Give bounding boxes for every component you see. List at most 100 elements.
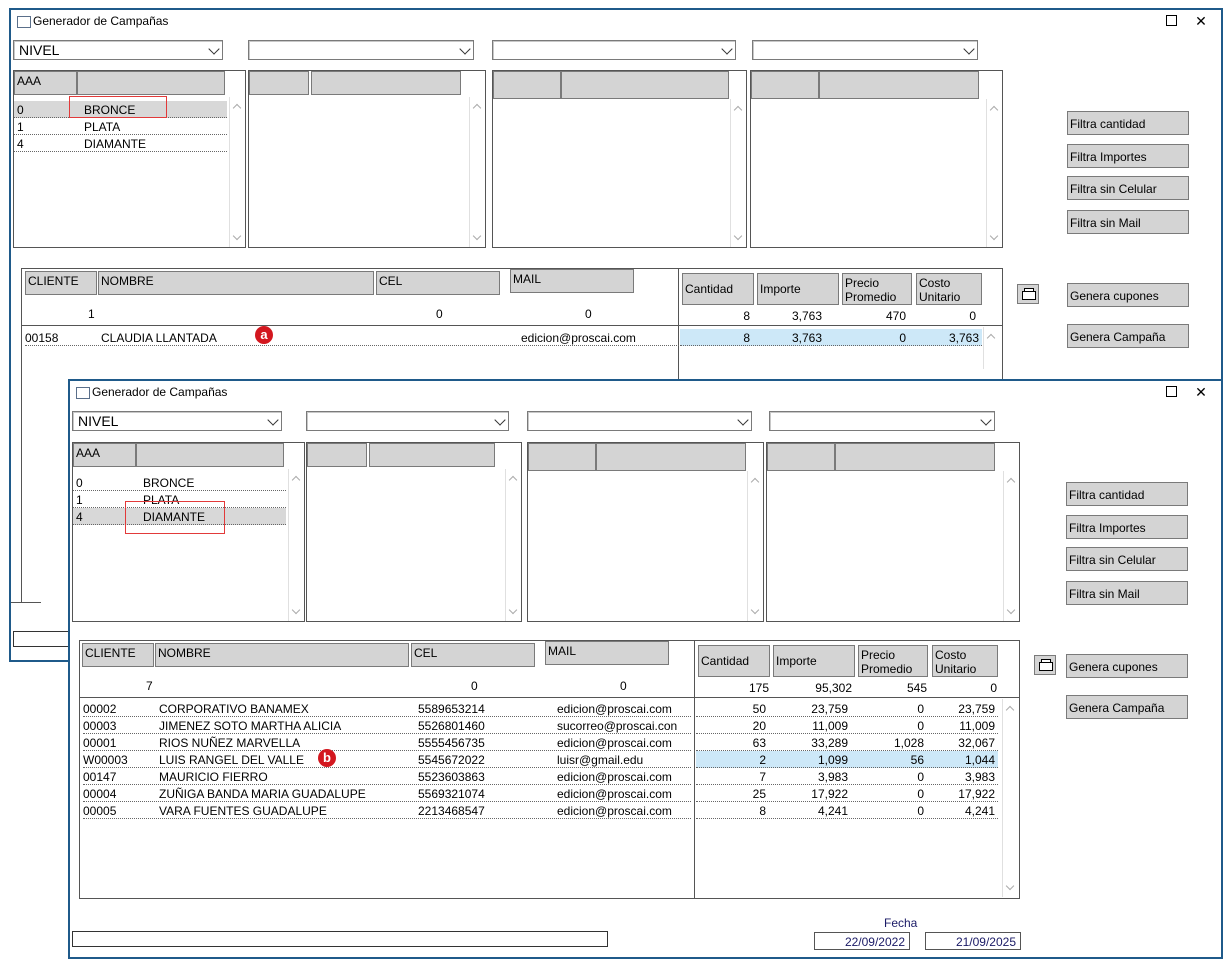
list-header-name[interactable] (136, 443, 284, 467)
maximize-icon[interactable] (1159, 383, 1183, 401)
filtra-sin-mail-button[interactable]: Filtra sin Mail (1067, 210, 1189, 234)
table-row-totals[interactable]: 8 3,763 0 3,763 (680, 329, 982, 346)
filter-combo-3[interactable] (527, 411, 752, 431)
col-header-precio[interactable]: Precio Promedio (842, 273, 912, 305)
cell-cantidad: 2 (759, 753, 766, 767)
filtra-cantidad-button[interactable]: Filtra cantidad (1067, 111, 1189, 135)
table-row[interactable]: W00003 LUIS RANGEL DEL VALLE 5545672022 lui… (83, 751, 691, 768)
filtra-sin-celular-button[interactable]: Filtra sin Celular (1066, 547, 1188, 571)
list-scrollbar[interactable] (747, 471, 763, 621)
count-cel: 0 (471, 679, 478, 693)
list-header-id[interactable]: AAA (73, 443, 136, 467)
genera-campana-button[interactable]: Genera Campaña (1067, 324, 1189, 348)
col-header-costo[interactable]: Costo Unitario (916, 273, 982, 305)
table-row[interactable]: 00003 JIMENEZ SOTO MARTHA ALICIA 552680146… (83, 717, 691, 734)
printer-icon[interactable] (1017, 284, 1039, 304)
list-scrollbar[interactable] (469, 97, 485, 247)
filter-combo-2[interactable] (248, 40, 474, 60)
cell-cel: 5523603863 (418, 770, 485, 784)
col-header-cel[interactable]: CEL (411, 643, 535, 667)
printer-icon[interactable] (1034, 655, 1056, 675)
list-scrollbar[interactable] (730, 99, 746, 247)
filter-combo-4[interactable] (752, 40, 978, 60)
genera-cupones-button[interactable]: Genera cupones (1066, 654, 1188, 678)
table-row-totals[interactable]: 2 1,099 56 1,044 (696, 751, 998, 768)
col-header-mail[interactable]: MAIL (510, 269, 634, 293)
table-row[interactable]: 00002 CORPORATIVO BANAMEX 5589653214 edicio… (83, 700, 691, 717)
list-scrollbar[interactable] (229, 97, 245, 247)
col-header-nombre[interactable]: NOMBRE (155, 643, 409, 667)
list-header[interactable] (767, 443, 835, 471)
table-row-totals[interactable]: 20 11,009 0 11,009 (696, 717, 998, 734)
cell-importe: 11,009 (812, 719, 848, 733)
list-header-name[interactable] (77, 71, 225, 95)
list-header[interactable] (369, 443, 495, 467)
list-scrollbar[interactable] (288, 469, 304, 621)
table-row-totals[interactable]: 25 17,922 0 17,922 (696, 785, 998, 802)
list-header[interactable] (751, 71, 819, 99)
list-item[interactable]: 4 DIAMANTE (14, 135, 227, 152)
date-to-field[interactable]: 21/09/2025 (925, 932, 1021, 950)
table-row[interactable]: 00001 RIOS NUÑEZ MARVELLA 5555456735 edicio… (83, 734, 691, 751)
list-header-id[interactable]: AAA (14, 71, 77, 95)
list-header[interactable] (835, 443, 995, 471)
filter-combo-4[interactable] (769, 411, 995, 431)
col-header-cel[interactable]: CEL (376, 271, 500, 295)
date-from-field[interactable]: 22/09/2022 (814, 932, 910, 950)
table-row[interactable]: 00004 ZUÑIGA BANDA MARIA GUADALUPE 5569321… (83, 785, 691, 802)
col-header-mail[interactable]: MAIL (545, 641, 669, 665)
nivel-combo[interactable]: NIVEL (72, 411, 282, 431)
list-item-id: 1 (76, 493, 83, 507)
col-header-importe[interactable]: Importe (757, 273, 839, 305)
list-header[interactable] (493, 71, 561, 99)
filter-combo-2[interactable] (306, 411, 509, 431)
list-panel-4 (750, 70, 1003, 248)
filtra-importes-button[interactable]: Filtra Importes (1066, 515, 1188, 539)
filtra-sin-mail-button[interactable]: Filtra sin Mail (1066, 581, 1188, 605)
col-header-importe[interactable]: Importe (773, 645, 855, 677)
maximize-icon[interactable] (1159, 12, 1183, 30)
total-costo: 0 (969, 309, 976, 323)
cell-mail: edicion@proscai.com (557, 787, 672, 801)
grid-scrollbar[interactable] (983, 327, 999, 369)
grid-scrollbar[interactable] (1002, 699, 1018, 897)
close-icon[interactable]: ✕ (1189, 383, 1213, 401)
table-row-totals[interactable]: 7 3,983 0 3,983 (696, 768, 998, 785)
list-scrollbar[interactable] (505, 469, 521, 621)
list-header[interactable] (307, 443, 367, 467)
list-item[interactable]: 1 PLATA (14, 118, 227, 135)
filtra-importes-button[interactable]: Filtra Importes (1067, 144, 1189, 168)
col-header-nombre[interactable]: NOMBRE (98, 271, 374, 295)
table-row[interactable]: 00158 CLAUDIA LLANTADA edicion@proscai.c… (25, 329, 681, 346)
list-scrollbar[interactable] (1003, 471, 1019, 621)
genera-cupones-button[interactable]: Genera cupones (1067, 283, 1189, 307)
filtra-cantidad-button[interactable]: Filtra cantidad (1066, 482, 1188, 506)
list-header[interactable] (249, 71, 309, 95)
table-row[interactable]: 00147 MAURICIO FIERRO 5523603863 edicion@pr… (83, 768, 691, 785)
list-header[interactable] (596, 443, 746, 471)
col-header-cliente[interactable]: CLIENTE (82, 643, 154, 667)
list-header[interactable] (528, 443, 596, 471)
close-icon[interactable]: ✕ (1189, 12, 1213, 30)
nivel-combo[interactable]: NIVEL (13, 40, 223, 60)
col-header-precio[interactable]: Precio Promedio (858, 645, 928, 677)
table-row-totals[interactable]: 8 4,241 0 4,241 (696, 802, 998, 819)
genera-campana-button[interactable]: Genera Campaña (1066, 695, 1188, 719)
col-header-costo[interactable]: Costo Unitario (932, 645, 998, 677)
list-scrollbar[interactable] (986, 99, 1002, 247)
col-header-cantidad[interactable]: Cantidad (682, 273, 754, 305)
list-item[interactable]: 0 BRONCE (73, 474, 286, 491)
filtra-sin-celular-button[interactable]: Filtra sin Celular (1067, 176, 1189, 200)
list-header[interactable] (561, 71, 729, 99)
table-row-totals[interactable]: 50 23,759 0 23,759 (696, 700, 998, 717)
col-header-cliente[interactable]: CLIENTE (25, 271, 97, 295)
list-header[interactable] (311, 71, 461, 95)
cell-mail: sucorreo@proscai.con (557, 719, 678, 733)
col-header-cantidad[interactable]: Cantidad (698, 645, 770, 677)
cell-importe: 17,922 (811, 787, 848, 801)
list-header[interactable] (819, 71, 979, 99)
table-row[interactable]: 00005 VARA FUENTES GUADALUPE 2213468547 edi… (83, 802, 691, 819)
list-item-id: 0 (17, 103, 24, 117)
table-row-totals[interactable]: 63 33,289 1,028 32,067 (696, 734, 998, 751)
filter-combo-3[interactable] (492, 40, 736, 60)
